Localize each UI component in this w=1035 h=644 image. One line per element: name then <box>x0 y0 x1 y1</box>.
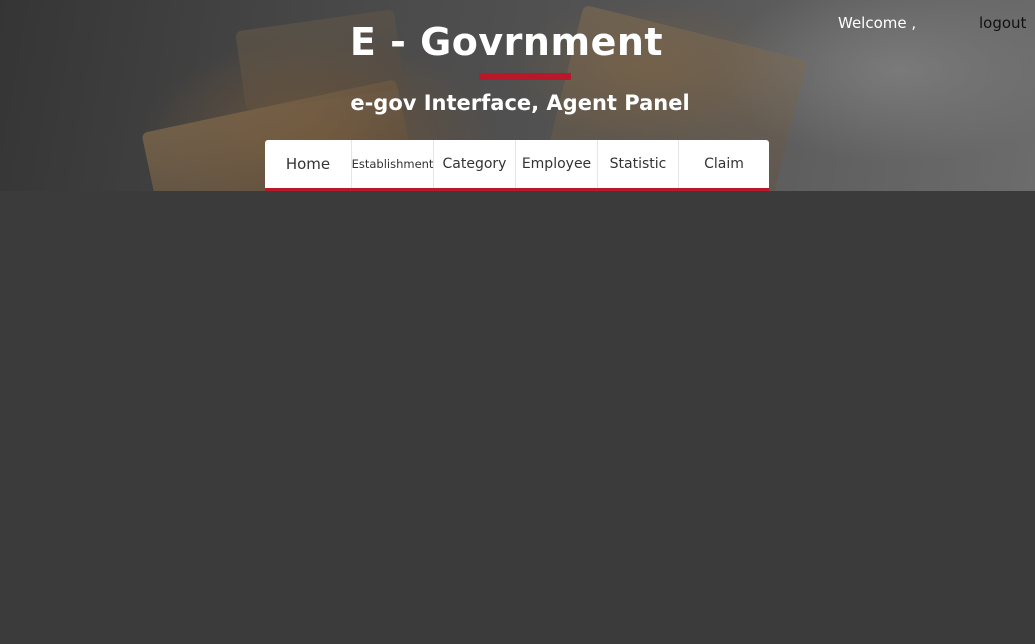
page-title: E - Govrnment <box>349 20 664 64</box>
page: Welcome , logout E - Govrnment e-gov Int… <box>0 0 1035 644</box>
nav-item-establishment[interactable]: Establishment <box>352 140 434 188</box>
nav-item-employee[interactable]: Employee <box>516 140 598 188</box>
title-underline <box>479 73 571 80</box>
nav-item-claim[interactable]: Claim <box>679 140 769 188</box>
page-subtitle: e-gov Interface, Agent Panel <box>350 91 690 115</box>
nav-item-statistic[interactable]: Statistic <box>598 140 679 188</box>
nav-item-category[interactable]: Category <box>434 140 516 188</box>
nav-item-home[interactable]: Home <box>265 140 352 188</box>
main-content-area <box>0 191 1035 644</box>
main-nav: Home Establishment Category Employee Sta… <box>265 140 769 191</box>
